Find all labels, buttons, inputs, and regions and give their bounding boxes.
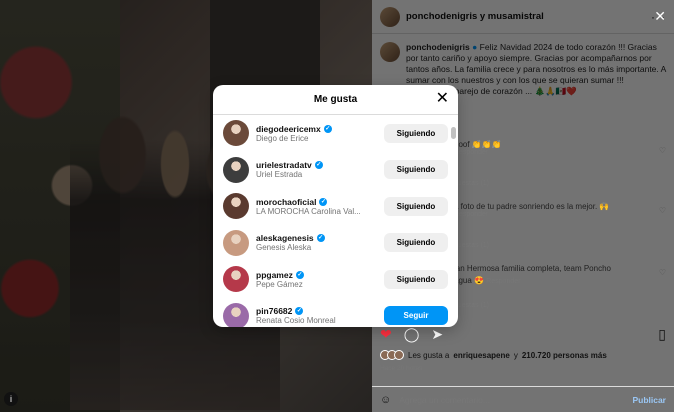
follow-button[interactable]: Seguir bbox=[384, 306, 448, 326]
likes-modal: Me gusta ✕ diegodeericemx ✓ Diego de Erice… bbox=[213, 85, 458, 327]
verified-icon: ✓ bbox=[323, 124, 332, 133]
avatar[interactable] bbox=[223, 266, 249, 293]
comment-like-icon[interactable]: ♡ bbox=[659, 146, 666, 155]
list-item: ppgamez ✓ Pepe Gámez Siguiendo bbox=[213, 261, 458, 298]
comment-like-icon[interactable]: ♡ bbox=[659, 268, 666, 277]
publish-button[interactable]: Publicar bbox=[632, 395, 666, 405]
likes-text: Les gusta a bbox=[408, 350, 450, 360]
following-button[interactable]: Siguiendo bbox=[384, 233, 448, 253]
modal-header: Me gusta ✕ bbox=[213, 85, 458, 115]
info-icon[interactable]: i bbox=[4, 392, 18, 406]
user-info: diegodeericemx ✓ Diego de Erice bbox=[256, 124, 384, 143]
username[interactable]: diegodeericemx bbox=[256, 124, 321, 134]
avatar[interactable] bbox=[223, 120, 249, 147]
comment-icon[interactable]: ◯ bbox=[404, 326, 420, 343]
list-item: diegodeericemx ✓ Diego de Erice Siguiendo bbox=[213, 115, 458, 152]
emoji-icon[interactable]: ☺ bbox=[380, 394, 391, 406]
display-name: Renata Cosio Monreal bbox=[256, 316, 336, 326]
share-icon[interactable]: ➤ bbox=[431, 326, 443, 343]
avatar[interactable] bbox=[380, 42, 400, 62]
display-name: Pepe Gámez bbox=[256, 279, 303, 289]
likes-list[interactable]: diegodeericemx ✓ Diego de Erice Siguiendo ur… bbox=[213, 115, 458, 327]
user-info: urielestradatv ✓ Uriel Estrada bbox=[256, 160, 384, 179]
username[interactable]: urielestradatv bbox=[256, 160, 312, 170]
heart-icon[interactable]: ❤ bbox=[380, 326, 392, 343]
username[interactable]: aleskagenesis bbox=[256, 233, 314, 243]
instagram-post-view: i ponchodenigris y musamistral ··· ponch… bbox=[0, 0, 674, 412]
likes-summary[interactable]: Les gusta a enriquesapene y 210.720 pers… bbox=[380, 350, 607, 360]
verified-icon: ✓ bbox=[319, 197, 328, 206]
avatar[interactable] bbox=[223, 302, 249, 327]
avatar[interactable] bbox=[223, 229, 249, 256]
following-button[interactable]: Siguiendo bbox=[384, 123, 448, 143]
caption-username[interactable]: ponchodenigris bbox=[406, 42, 470, 52]
post-time: Hace 20 horas bbox=[380, 365, 423, 372]
display-name: Genesis Aleska bbox=[256, 243, 312, 253]
avatar[interactable] bbox=[223, 156, 249, 183]
verified-icon: ✓ bbox=[314, 161, 323, 170]
user-info: morochaoficial ✓ LA MOROCHA Carolina Val..… bbox=[256, 197, 384, 216]
modal-title: Me gusta bbox=[313, 94, 358, 105]
bookmark-icon[interactable]: ▯ bbox=[658, 326, 666, 343]
list-item: urielestradatv ✓ Uriel Estrada Siguiendo bbox=[213, 152, 458, 189]
username[interactable]: ppgamez bbox=[256, 270, 293, 280]
close-post-icon[interactable]: ✕ bbox=[654, 8, 666, 25]
comment-like-icon[interactable]: ♡ bbox=[659, 206, 666, 215]
following-button[interactable]: Siguiendo bbox=[384, 160, 448, 180]
following-button[interactable]: Siguiendo bbox=[384, 196, 448, 216]
list-item: aleskagenesis ✓ Genesis Aleska Siguiendo bbox=[213, 225, 458, 262]
post-header: ponchodenigris y musamistral ··· bbox=[372, 0, 674, 34]
user-info: ppgamez ✓ Pepe Gámez bbox=[256, 270, 384, 289]
verified-icon: ✓ bbox=[295, 307, 304, 316]
comment-input[interactable]: Agrega un comentario... bbox=[399, 395, 490, 405]
verified-icon: ✓ bbox=[316, 234, 325, 243]
username[interactable]: pin76682 bbox=[256, 306, 292, 316]
avatar[interactable] bbox=[223, 193, 249, 220]
add-comment-bar: ☺ Agrega un comentario... Publicar bbox=[372, 386, 674, 412]
post-header-title[interactable]: ponchodenigris y musamistral bbox=[406, 11, 544, 22]
list-item: pin76682 ✓ Renata Cosio Monreal Seguir bbox=[213, 298, 458, 327]
liker-avatars bbox=[380, 350, 404, 360]
close-icon[interactable]: ✕ bbox=[436, 90, 449, 108]
likes-count[interactable]: 210.720 personas más bbox=[522, 351, 607, 360]
user-info: pin76682 ✓ Renata Cosio Monreal bbox=[256, 306, 384, 325]
username[interactable]: morochaoficial bbox=[256, 197, 316, 207]
scrollbar[interactable] bbox=[451, 127, 456, 139]
display-name: Uriel Estrada bbox=[256, 170, 303, 180]
likes-and: y bbox=[513, 350, 518, 360]
verified-icon: ● bbox=[472, 42, 478, 52]
list-item: morochaoficial ✓ LA MOROCHA Carolina Val..… bbox=[213, 188, 458, 225]
verified-icon: ✓ bbox=[295, 270, 304, 279]
user-info: aleskagenesis ✓ Genesis Aleska bbox=[256, 233, 384, 252]
likes-user[interactable]: enriquesapene bbox=[453, 351, 509, 360]
display-name: Diego de Erice bbox=[256, 133, 309, 143]
avatar[interactable] bbox=[380, 6, 400, 27]
display-name: LA MOROCHA Carolina Val... bbox=[256, 206, 361, 216]
following-button[interactable]: Siguiendo bbox=[384, 269, 448, 289]
